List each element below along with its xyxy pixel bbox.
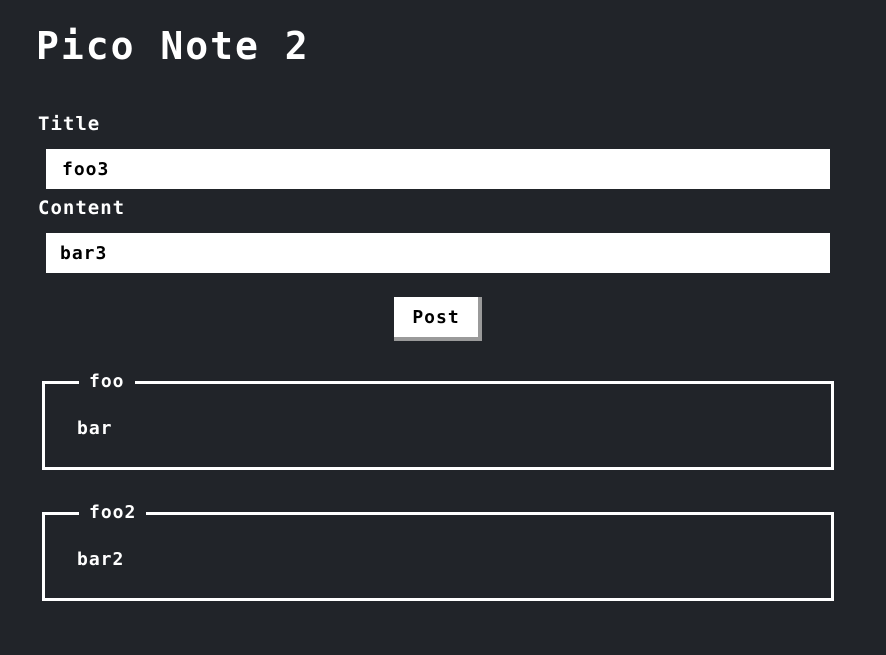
note-title: foo2 — [79, 501, 147, 525]
note-card: foo bar — [42, 370, 834, 470]
note-card: foo2 bar2 — [42, 501, 834, 601]
content-label: Content — [38, 197, 126, 219]
post-button[interactable]: Post — [394, 297, 482, 341]
title-input[interactable] — [46, 149, 830, 189]
note-title: foo — [79, 370, 135, 394]
app-title: Pico Note 2 — [36, 24, 310, 68]
content-input[interactable] — [46, 233, 830, 273]
title-label: Title — [38, 113, 101, 135]
note-content: bar2 — [77, 549, 125, 570]
note-content: bar — [77, 418, 113, 439]
